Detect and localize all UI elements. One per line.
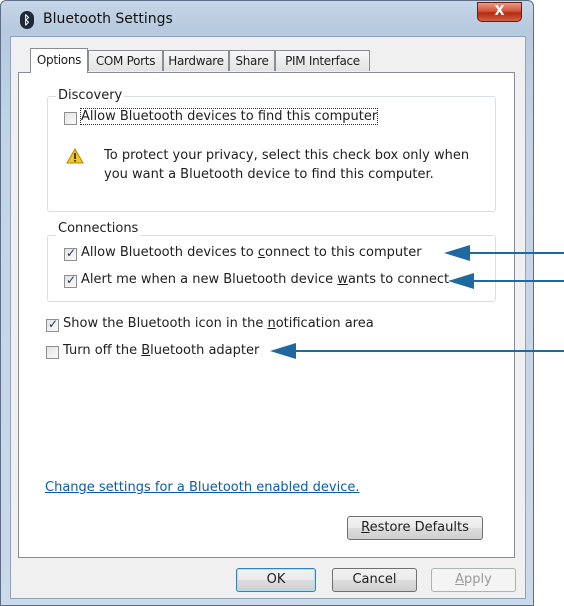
callout-arrows [270,245,564,359]
callout-arrow-alert-new [448,273,564,289]
tab-options[interactable]: Options [30,48,88,73]
callout-arrow-allow-connect [444,245,564,261]
callout-arrow-turn-off [270,343,564,359]
